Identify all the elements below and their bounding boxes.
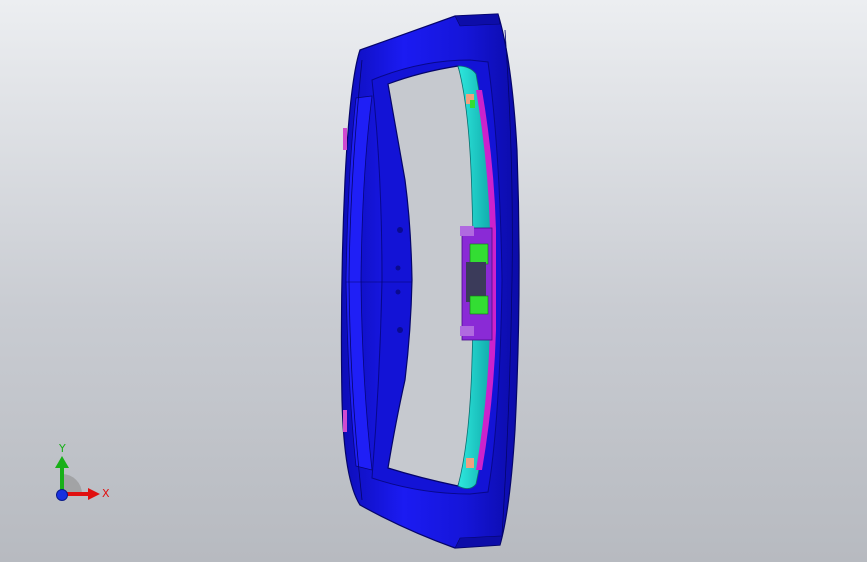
corner-boss-top <box>454 13 501 27</box>
clip-bottom <box>466 458 474 468</box>
corner-boss-bottom <box>454 535 503 549</box>
left-tab-upper <box>343 128 347 150</box>
mount-hole-3 <box>395 265 401 271</box>
latch-green-block <box>469 243 489 265</box>
left-tab-lower <box>343 410 347 432</box>
coordinate-triad: Y X <box>55 442 110 501</box>
latch-green-lower <box>469 295 489 315</box>
model-3d-view[interactable] <box>0 0 867 562</box>
mount-hole-1 <box>397 227 403 233</box>
mount-hole-4 <box>395 289 401 295</box>
graphics-viewport[interactable]: Y X <box>0 0 867 562</box>
z-axis-dot <box>56 489 68 501</box>
clip-green-top <box>470 100 475 108</box>
latch-bracket-top <box>460 226 474 236</box>
x-axis-label: X <box>102 487 110 500</box>
mount-hole-2 <box>397 327 403 333</box>
latch-bracket-bottom <box>460 326 474 336</box>
y-axis-label: Y <box>58 442 66 455</box>
